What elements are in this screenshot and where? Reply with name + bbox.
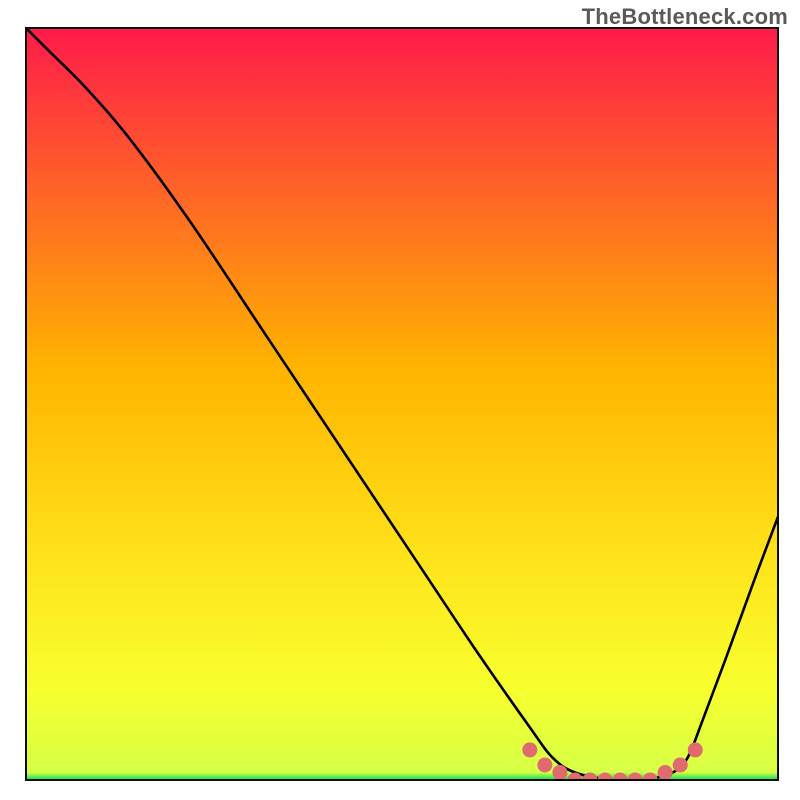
min-marker (552, 765, 567, 780)
min-marker (522, 742, 537, 757)
gradient-background (26, 28, 778, 780)
chart-stage: TheBottleneck.com (0, 0, 800, 800)
min-marker (658, 765, 673, 780)
min-marker (673, 757, 688, 772)
min-marker (688, 742, 703, 757)
chart-svg (0, 0, 800, 800)
watermark-text: TheBottleneck.com (582, 4, 788, 30)
min-marker (537, 757, 552, 772)
